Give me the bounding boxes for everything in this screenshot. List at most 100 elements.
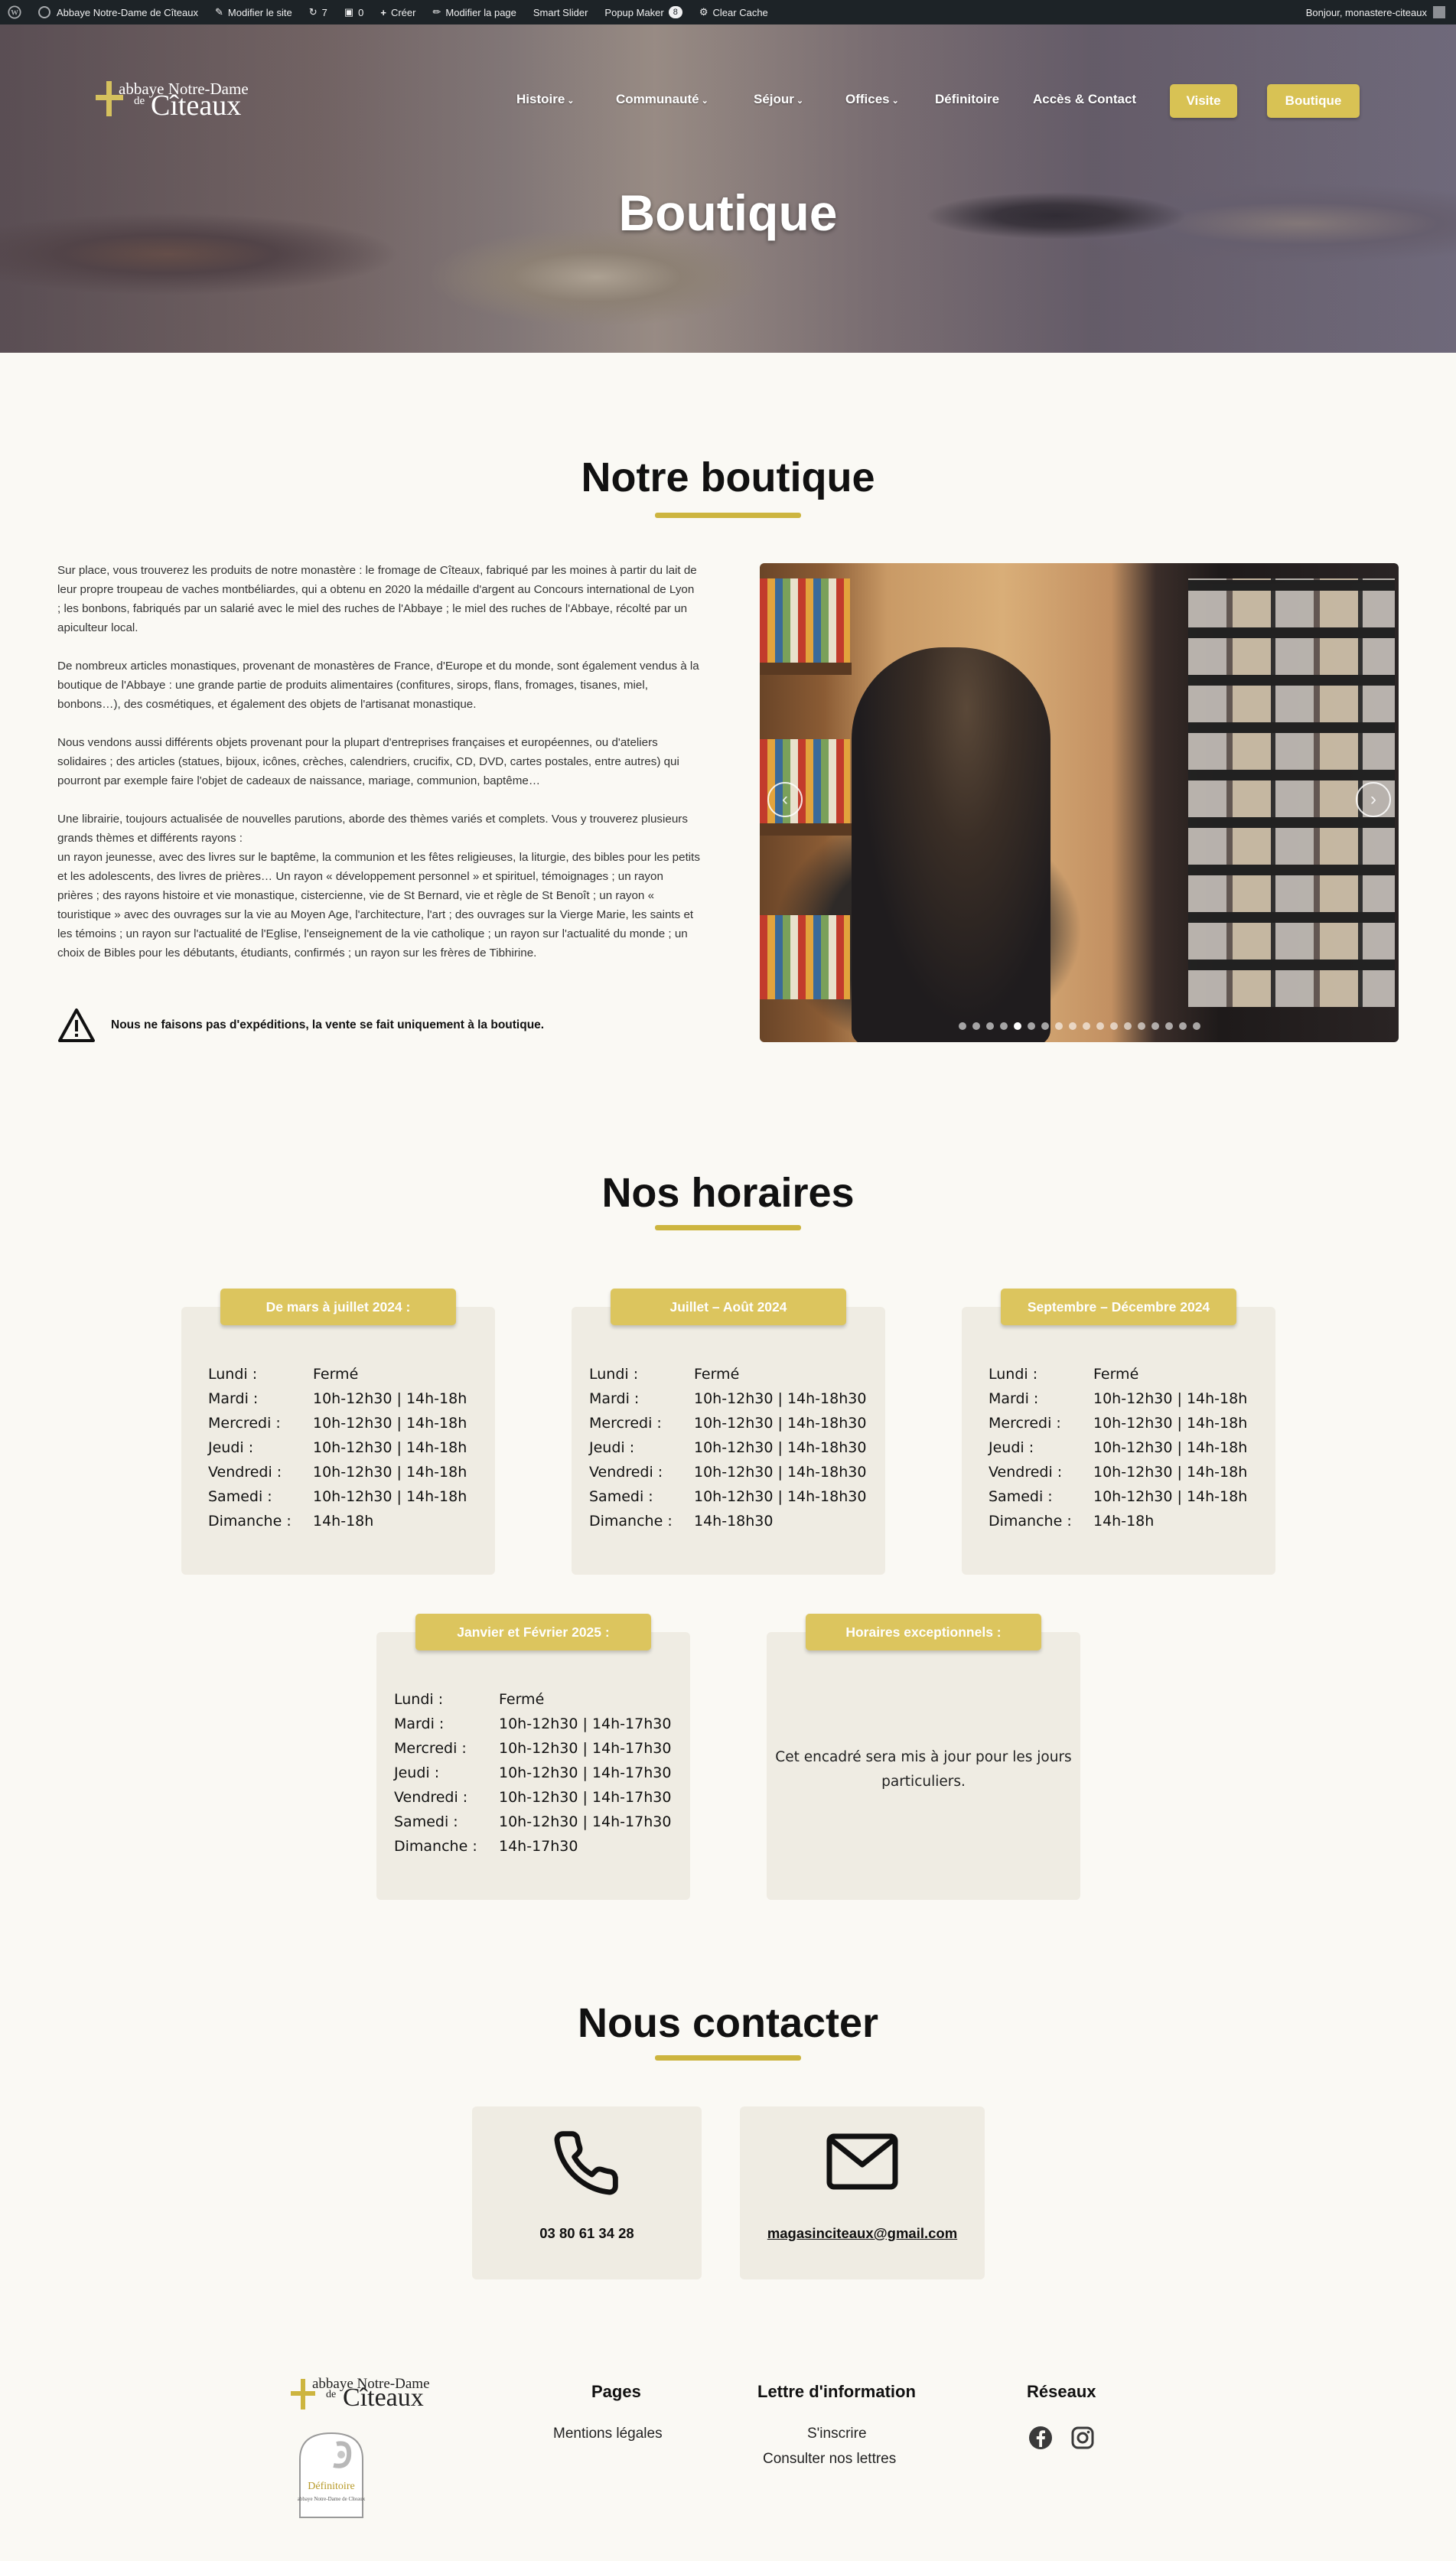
slider-dot[interactable]	[1096, 1022, 1104, 1030]
hours-row: Mercredi :10h-12h30 | 14h-18h	[989, 1415, 1248, 1432]
hours-row: Mercredi :10h-12h30 | 14h-18h30	[589, 1415, 867, 1432]
hours-row: Lundi : Fermé	[989, 1366, 1139, 1383]
title-underline	[655, 1225, 801, 1230]
slider-dot[interactable]	[1178, 1022, 1187, 1030]
nav-button-boutique[interactable]: Boutique	[1267, 84, 1360, 118]
wordpress-icon: W	[8, 5, 21, 19]
slider-next-button[interactable]: ›	[1356, 782, 1391, 817]
hours-row: Samedi :10h-12h30 | 14h-18h	[989, 1488, 1248, 1505]
slider-dot[interactable]	[1109, 1022, 1118, 1030]
chevron-down-icon: ⌄	[891, 96, 899, 106]
footer-logo[interactable]: abbaye Notre-Dame de Cîteaux	[291, 2376, 451, 2414]
hours-row: Jeudi :10h-12h30 | 14h-18h30	[589, 1439, 867, 1456]
hours-row: Mercredi :10h-12h30 | 14h-17h30	[394, 1740, 672, 1757]
definitoire-badge[interactable]: Définitoire abbaye Notre-Dame de Cîteaux	[294, 2429, 369, 2520]
exceptional-hours-card: Horaires exceptionnels : Cet encadré ser…	[767, 1614, 1080, 1900]
phone-icon	[554, 2131, 618, 2195]
slider-dot[interactable]	[1137, 1022, 1145, 1030]
hours-row: Jeudi :10h-12h30 | 14h-18h	[989, 1439, 1248, 1456]
section-title-horaires: Nos horaires	[601, 1170, 855, 1216]
admin-site-name[interactable]: Abbaye Notre-Dame de Cîteaux	[38, 6, 198, 18]
slider-dot[interactable]	[1054, 1022, 1063, 1030]
notice-text: Nous ne faisons pas d'expéditions, la ve…	[111, 1018, 545, 1031]
slider-dot[interactable]	[1013, 1022, 1021, 1030]
title-underline	[655, 513, 801, 518]
admin-clear-cache[interactable]: ⚙ Clear Cache	[699, 6, 768, 18]
slider-dot[interactable]	[999, 1022, 1008, 1030]
slider-dot[interactable]	[1027, 1022, 1035, 1030]
chevron-left-icon: ‹	[782, 789, 788, 810]
slider-prev-button[interactable]: ‹	[767, 782, 803, 817]
mail-icon	[826, 2133, 898, 2190]
admin-edit-page[interactable]: ✏ Modifier la page	[432, 6, 516, 18]
footer-link-mentions[interactable]: Mentions légales	[553, 2426, 663, 2442]
paragraph: Nous vendons aussi différents objets pro…	[57, 736, 679, 787]
paragraph: De nombreux articles monastiques, proven…	[57, 660, 699, 711]
chevron-down-icon: ⌄	[567, 96, 575, 106]
hours-table: Lundi : Fermé Mardi :10h-12h30 | 14h-18h3…	[589, 1362, 866, 1533]
slider-dot[interactable]	[1068, 1022, 1077, 1030]
nav-item-acces-contact[interactable]: Accès & Contact	[1033, 92, 1136, 107]
chevron-down-icon: ⌄	[796, 96, 804, 106]
boutique-description: Sur place, vous trouverez les produits d…	[57, 561, 700, 963]
nav-item-histoire[interactable]: Histoire ⌄	[516, 92, 575, 107]
main-nav: Histoire ⌄ Communauté ⌄ Séjour ⌄ Offices ⌄ D…	[0, 84, 1456, 118]
admin-comments[interactable]: ▣ 0	[344, 6, 364, 18]
warning-icon	[58, 1008, 95, 1042]
hours-card: Janvier et Février 2025 : Lundi : Fermé M…	[376, 1614, 690, 1900]
slider-dot[interactable]	[958, 1022, 966, 1030]
hours-row: Mardi :10h-12h30 | 14h-18h	[208, 1390, 467, 1407]
slider-dot[interactable]	[972, 1022, 980, 1030]
nav-item-communaute[interactable]: Communauté ⌄	[616, 92, 708, 107]
slider-dot[interactable]	[1041, 1022, 1049, 1030]
admin-smart-slider[interactable]: Smart Slider	[533, 7, 588, 18]
shop-image-slider[interactable]: ‹ ›	[760, 563, 1399, 1042]
slider-dot[interactable]	[985, 1022, 994, 1030]
facebook-link[interactable]	[1028, 2425, 1054, 2451]
page-title: Boutique	[618, 184, 838, 241]
refresh-icon: ↻	[308, 6, 318, 18]
hours-row: Vendredi :10h-12h30 | 14h-18h	[208, 1464, 467, 1481]
chevron-right-icon: ›	[1370, 789, 1376, 810]
nav-item-sejour[interactable]: Séjour ⌄	[754, 92, 803, 107]
popup-count-badge: 8	[668, 6, 682, 18]
hours-row: Samedi :10h-12h30 | 14h-18h30	[589, 1488, 867, 1505]
wordpress-menu[interactable]: W	[8, 5, 21, 19]
instagram-link[interactable]	[1070, 2425, 1096, 2451]
hours-row: Lundi : Fermé	[589, 1366, 740, 1383]
hours-row: Dimanche :14h-17h30	[394, 1838, 578, 1855]
slider-dot[interactable]	[1192, 1022, 1200, 1030]
phone-card[interactable]: 03 80 61 34 28	[472, 2106, 702, 2279]
admin-account[interactable]: Bonjour, monastere-citeaux	[1306, 0, 1445, 24]
hours-card: Septembre – Décembre 2024 Lundi : Fermé M…	[962, 1289, 1275, 1575]
admin-create[interactable]: + Créer	[380, 7, 415, 18]
plus-icon: +	[380, 6, 386, 18]
slider-dot[interactable]	[1164, 1022, 1173, 1030]
admin-edit-site[interactable]: ✎ Modifier le site	[215, 6, 292, 18]
slider-dot[interactable]	[1151, 1022, 1159, 1030]
admin-bar: W Abbaye Notre-Dame de Cîteaux ✎ Modifier…	[0, 0, 1456, 24]
admin-updates[interactable]: ↻ 7	[309, 6, 327, 18]
paragraph: Sur place, vous trouverez les produits d…	[57, 564, 697, 634]
hours-table: Lundi : Fermé Mardi :10h-12h30 | 14h-18h …	[208, 1362, 467, 1533]
footer-link-archive[interactable]: Consulter nos lettres	[763, 2451, 896, 2468]
hours-card: De mars à juillet 2024 : Lundi : Fermé Ma…	[181, 1289, 495, 1575]
hours-table: Lundi : Fermé Mardi :10h-12h30 | 14h-17h3…	[394, 1687, 671, 1859]
nav-item-offices[interactable]: Offices ⌄	[845, 92, 899, 107]
badge-sub: abbaye Notre-Dame de Cîteaux	[297, 2496, 366, 2502]
admin-popup-maker[interactable]: Popup Maker 8	[604, 6, 682, 18]
section-title-boutique: Notre boutique	[581, 455, 875, 500]
slider-dot[interactable]	[1123, 1022, 1132, 1030]
hours-table: Lundi : Fermé Mardi :10h-12h30 | 14h-18h …	[989, 1362, 1247, 1533]
nav-item-definitoire[interactable]: Définitoire	[935, 92, 999, 107]
comment-icon: ▣	[344, 6, 354, 18]
phone-number[interactable]: 03 80 61 34 28	[472, 2225, 702, 2242]
footer-link-subscribe[interactable]: S'inscrire	[807, 2426, 867, 2442]
slider-dot[interactable]	[1082, 1022, 1090, 1030]
hours-row: Mardi :10h-12h30 | 14h-17h30	[394, 1715, 672, 1732]
nav-button-visite[interactable]: Visite	[1170, 84, 1237, 118]
email-card[interactable]: magasinciteaux@gmail.com	[740, 2106, 985, 2279]
email-link[interactable]: magasinciteaux@gmail.com	[740, 2225, 985, 2242]
instagram-icon	[1071, 2426, 1094, 2449]
hours-row: Vendredi :10h-12h30 | 14h-18h	[989, 1464, 1248, 1481]
